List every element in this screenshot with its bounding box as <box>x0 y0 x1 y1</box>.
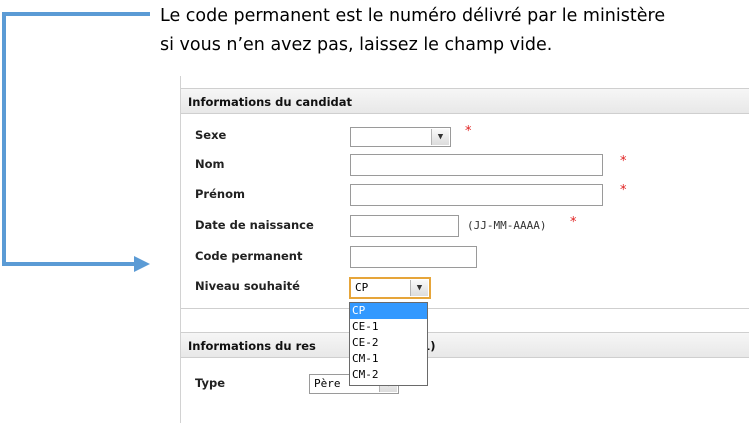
candidate-section-title: Informations du candidat <box>188 95 353 109</box>
form-panel: Informations du candidat Sexe ▼ * Nom * … <box>180 76 749 423</box>
prenom-label: Prénom <box>195 187 245 201</box>
niveau-select[interactable]: CP ▼ <box>349 277 431 299</box>
code-permanent-label: Code permanent <box>195 249 303 263</box>
required-marker: * <box>620 183 627 198</box>
responsable-section-title-start: Informations du res <box>188 339 316 353</box>
chevron-down-icon[interactable]: ▼ <box>410 280 428 296</box>
nom-label: Nom <box>195 157 225 171</box>
nom-input[interactable] <box>350 154 603 176</box>
code-permanent-input[interactable] <box>350 246 477 268</box>
responsable-section-header: Informations du res (1) <box>181 332 749 358</box>
candidate-section-body: Sexe ▼ * Nom * Prénom * Date de naissanc… <box>181 114 749 309</box>
niveau-select-value: CP <box>355 281 369 294</box>
instruction-line-1: Le code permanent est le numéro délivré … <box>160 6 666 26</box>
required-marker: * <box>620 154 627 169</box>
required-marker: * <box>570 215 577 230</box>
niveau-option[interactable]: CP <box>350 303 427 319</box>
dob-format-hint: (JJ-MM-AAAA) <box>467 219 547 232</box>
pointer-arrow <box>2 12 150 272</box>
required-marker: * <box>465 124 472 139</box>
chevron-down-icon[interactable]: ▼ <box>431 129 449 145</box>
prenom-input[interactable] <box>350 184 603 206</box>
sexe-label: Sexe <box>195 128 227 142</box>
niveau-label: Niveau souhaité <box>195 279 300 293</box>
type-label: Type <box>195 376 226 390</box>
instruction-text: Le code permanent est le numéro délivré … <box>160 2 749 60</box>
dob-label: Date de naissance <box>195 218 314 232</box>
dob-input[interactable] <box>350 215 459 237</box>
niveau-option[interactable]: CE-2 <box>350 335 427 351</box>
type-select-value: Père <box>314 377 341 390</box>
niveau-option[interactable]: CM-2 <box>350 367 427 383</box>
candidate-section-header: Informations du candidat <box>181 88 749 114</box>
niveau-dropdown-list[interactable]: CP CE-1 CE-2 CM-1 CM-2 <box>349 302 428 386</box>
niveau-option[interactable]: CE-1 <box>350 319 427 335</box>
niveau-option[interactable]: CM-1 <box>350 351 427 367</box>
sexe-select[interactable]: ▼ <box>350 127 451 147</box>
instruction-line-2: si vous n’en avez pas, laissez le champ … <box>160 35 553 55</box>
